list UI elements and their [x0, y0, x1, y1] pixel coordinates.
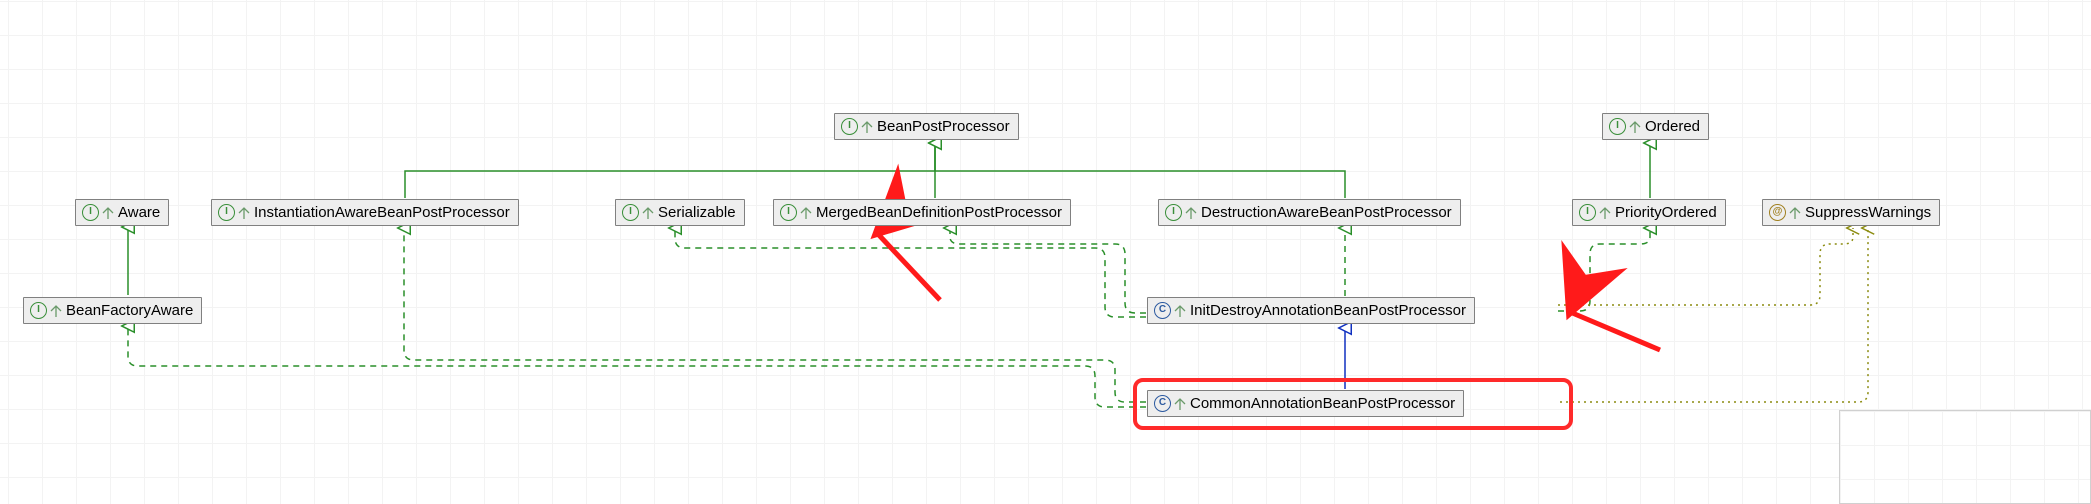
collapse-icon: [238, 206, 250, 220]
node-serializable[interactable]: I Serializable: [615, 199, 745, 226]
node-label: Ordered: [1645, 117, 1700, 136]
node-label: DestructionAwareBeanPostProcessor: [1201, 203, 1452, 222]
node-init-destroy[interactable]: C InitDestroyAnnotationBeanPostProcessor: [1147, 297, 1475, 324]
node-aware[interactable]: I Aware: [75, 199, 169, 226]
collapse-icon: [1174, 304, 1186, 318]
collapse-icon: [1174, 397, 1186, 411]
node-label: MergedBeanDefinitionPostProcessor: [816, 203, 1062, 222]
node-label: Serializable: [658, 203, 736, 222]
minimap[interactable]: [1839, 410, 2091, 504]
node-destruction[interactable]: I DestructionAwareBeanPostProcessor: [1158, 199, 1461, 226]
node-label: InitDestroyAnnotationBeanPostProcessor: [1190, 301, 1466, 320]
interface-icon: I: [1579, 204, 1596, 221]
node-common[interactable]: C CommonAnnotationBeanPostProcessor: [1147, 390, 1464, 417]
node-ordered[interactable]: I Ordered: [1602, 113, 1709, 140]
collapse-icon: [1629, 120, 1641, 134]
collapse-icon: [800, 206, 812, 220]
collapse-icon: [1599, 206, 1611, 220]
node-label: BeanFactoryAware: [66, 301, 193, 320]
node-label: SuppressWarnings: [1805, 203, 1931, 222]
collapse-icon: [102, 206, 114, 220]
interface-icon: I: [1609, 118, 1626, 135]
collapse-icon: [50, 304, 62, 318]
interface-icon: I: [30, 302, 47, 319]
node-label: Aware: [118, 203, 160, 222]
interface-icon: I: [841, 118, 858, 135]
annotation-icon: @: [1769, 204, 1786, 221]
diagram-grid: [0, 0, 2091, 504]
collapse-icon: [861, 120, 873, 134]
node-bfa[interactable]: I BeanFactoryAware: [23, 297, 202, 324]
class-icon: C: [1154, 395, 1171, 412]
interface-icon: I: [1165, 204, 1182, 221]
interface-icon: I: [82, 204, 99, 221]
node-label: InstantiationAwareBeanPostProcessor: [254, 203, 510, 222]
node-inst-aware[interactable]: I InstantiationAwareBeanPostProcessor: [211, 199, 519, 226]
interface-icon: I: [218, 204, 235, 221]
interface-icon: I: [780, 204, 797, 221]
node-label: BeanPostProcessor: [877, 117, 1010, 136]
node-priority[interactable]: I PriorityOrdered: [1572, 199, 1726, 226]
node-suppress[interactable]: @ SuppressWarnings: [1762, 199, 1940, 226]
class-icon: C: [1154, 302, 1171, 319]
collapse-icon: [1789, 206, 1801, 220]
node-label: CommonAnnotationBeanPostProcessor: [1190, 394, 1455, 413]
interface-icon: I: [622, 204, 639, 221]
collapse-icon: [1185, 206, 1197, 220]
node-merged[interactable]: I MergedBeanDefinitionPostProcessor: [773, 199, 1071, 226]
node-bpp[interactable]: I BeanPostProcessor: [834, 113, 1019, 140]
collapse-icon: [642, 206, 654, 220]
node-label: PriorityOrdered: [1615, 203, 1717, 222]
